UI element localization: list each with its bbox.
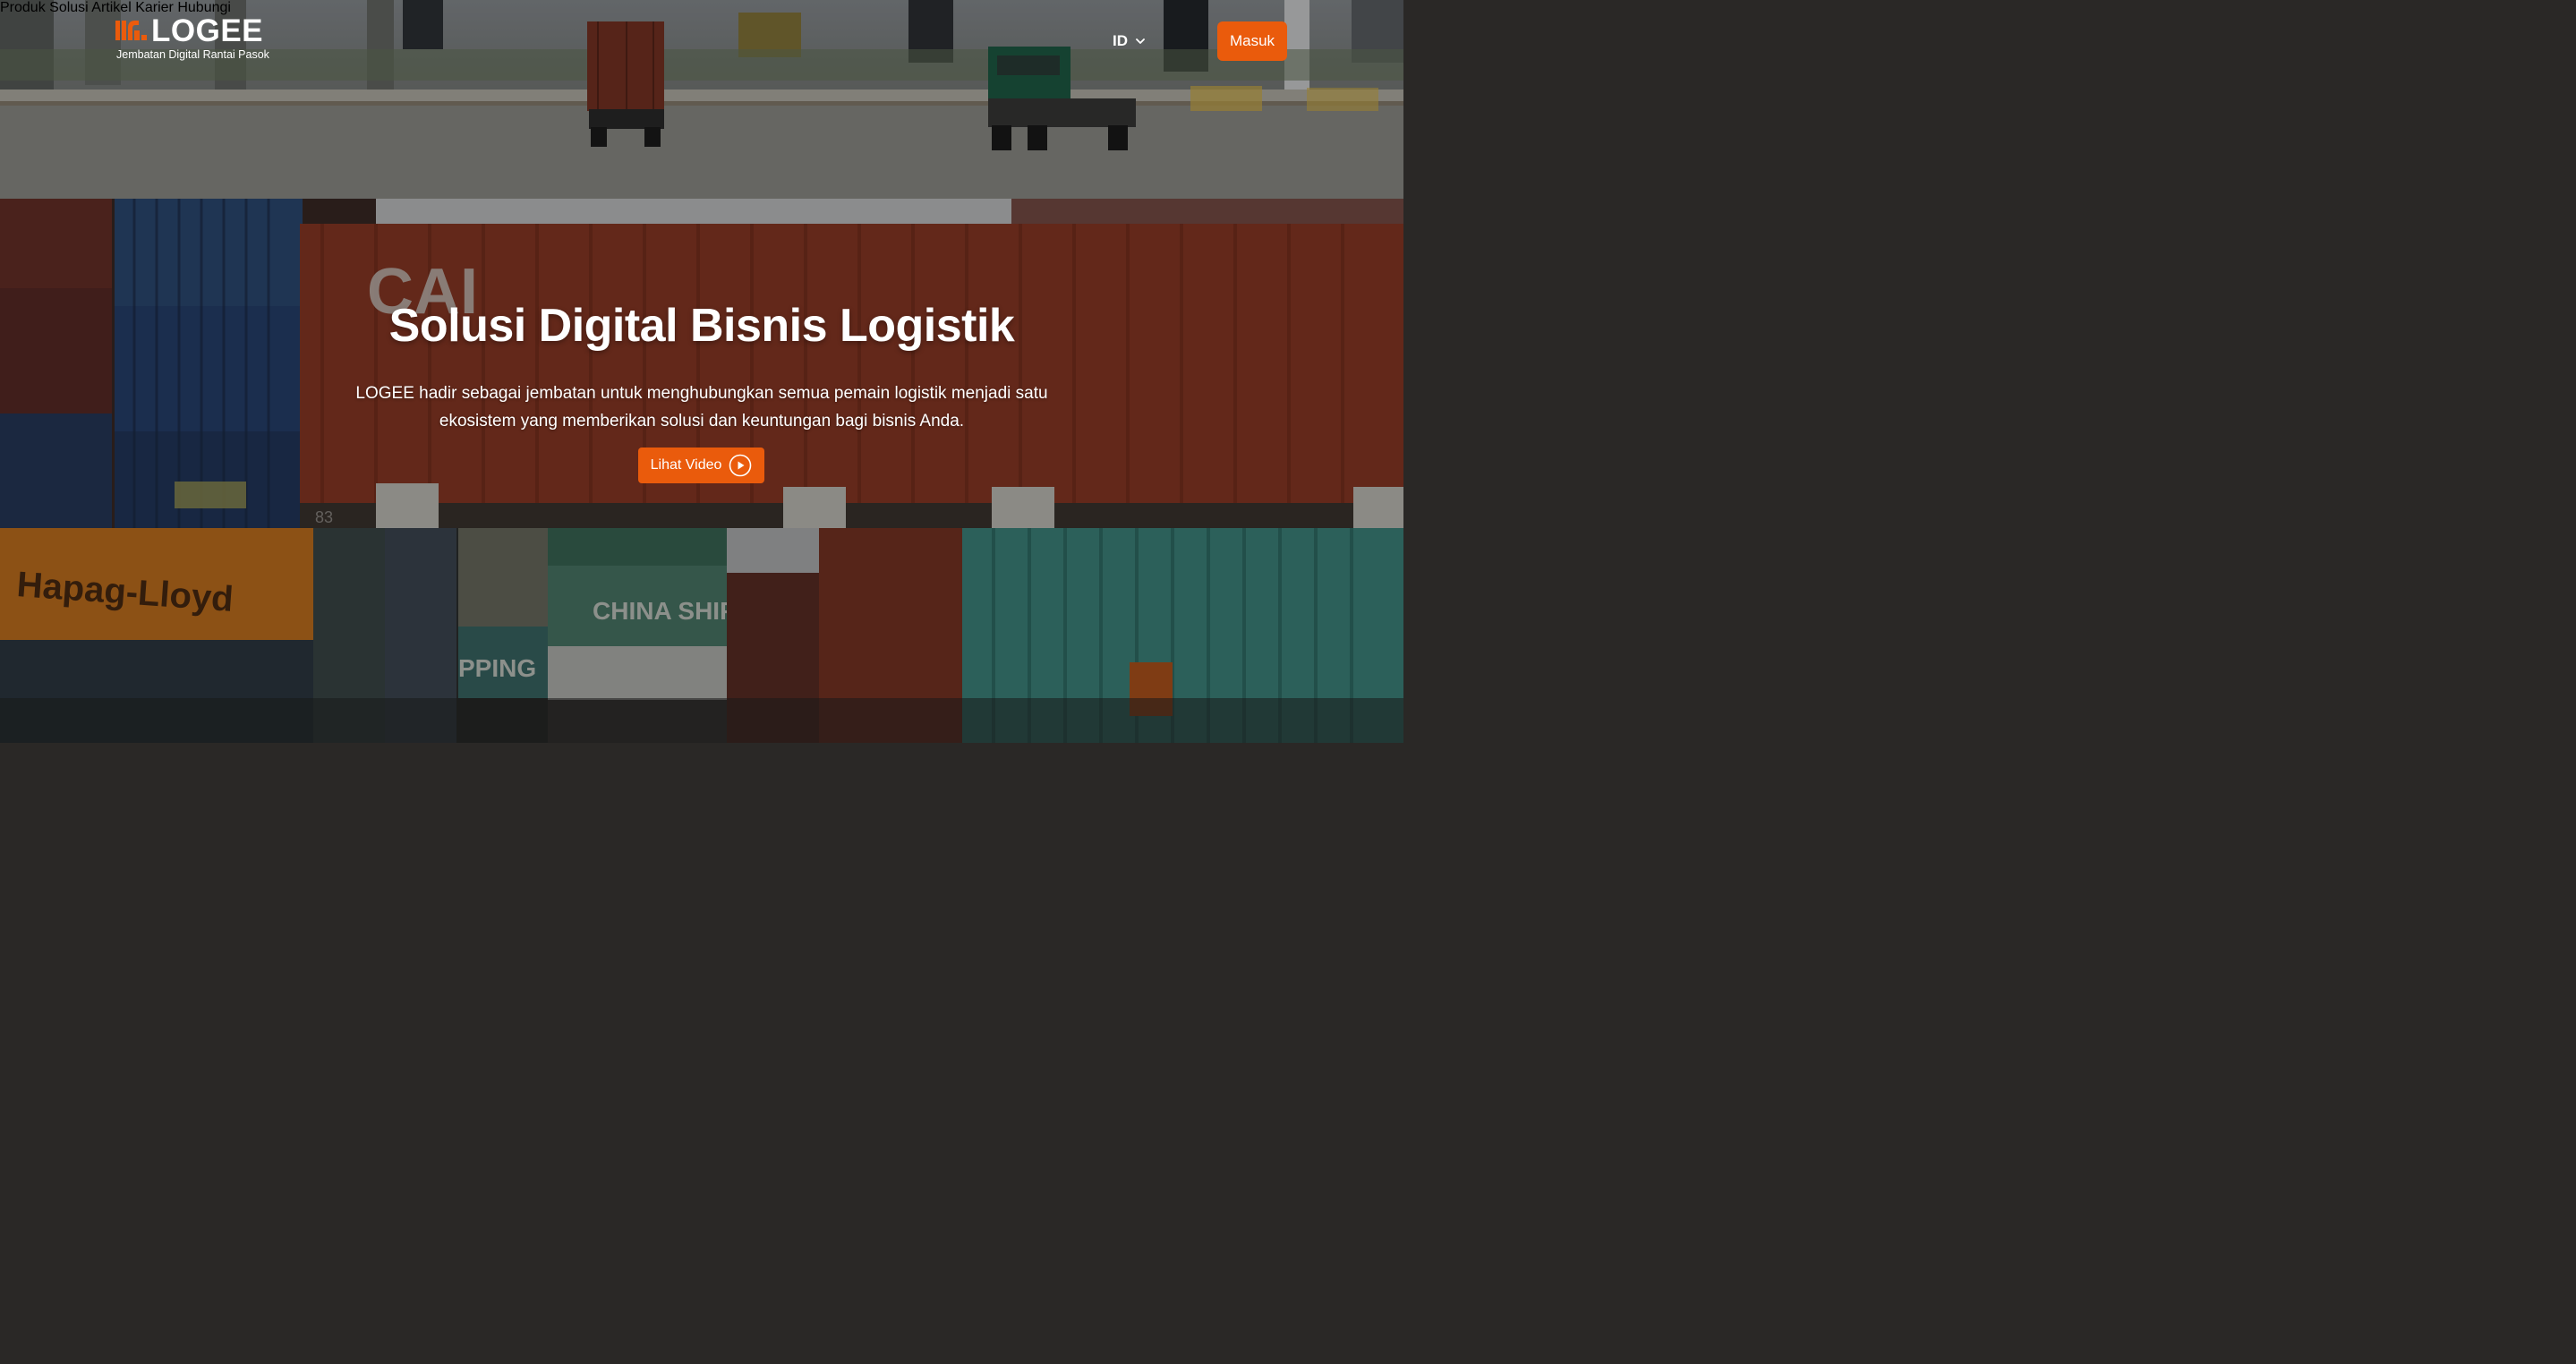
hero-section: CAI 83 Hapag-Lloyd CHINA SHIPPING PPING [0,0,1403,743]
hero-description: LOGEE hadir sebagai jembatan untuk mengh… [355,384,1048,431]
language-label: ID [1113,32,1128,49]
background-frame-container-stacks: Hapag-Lloyd CHINA SHIPPING PPING [0,528,1403,743]
container-text-pping: PPING [458,654,536,682]
watch-video-label: Lihat Video [650,457,722,473]
play-circle-icon [729,454,752,477]
nav-item-produk[interactable]: Produk [0,0,46,15]
logo-link[interactable]: LOGEE Jembatan Digital Rantai Pasok [115,13,277,65]
chevron-down-icon [1136,38,1145,44]
brand-tagline: Jembatan Digital Rantai Pasok [116,48,269,61]
site-header: LOGEE Jembatan Digital Rantai Pasok Prod… [0,0,1403,82]
watch-video-button[interactable]: Lihat Video [638,448,764,483]
nav-item-solusi[interactable]: Solusi [49,0,89,15]
logee-logo-mark-icon [115,21,147,40]
nav-item-artikel[interactable]: Artikel [91,0,131,15]
language-selector[interactable]: ID [1113,32,1146,50]
login-button[interactable]: Masuk [1217,21,1287,61]
container-text-83: 83 [315,508,333,526]
hero-title: Solusi Digital Bisnis Logistik [388,300,1015,352]
brand-name: LOGEE [151,13,264,48]
